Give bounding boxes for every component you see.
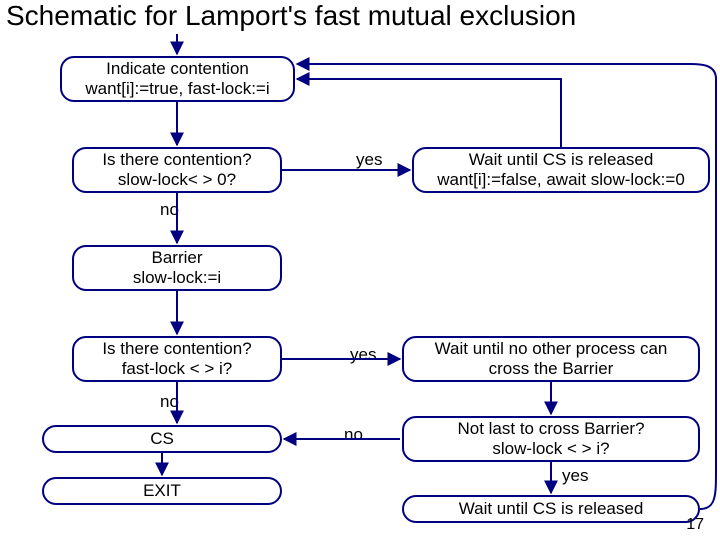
node-wait-cs-released-2: Wait until CS is released (402, 495, 700, 523)
node-text: cross the Barrier (435, 359, 668, 379)
node-text: EXIT (143, 481, 181, 501)
label-no-3: no (344, 425, 363, 445)
node-text: want[i]:=true, fast-lock:=i (85, 79, 269, 99)
node-not-last-barrier: Not last to cross Barrier? slow-lock < >… (402, 416, 700, 462)
node-text: Wait until no other process can (435, 339, 668, 359)
node-exit: EXIT (42, 477, 282, 505)
node-text: Indicate contention (85, 59, 269, 79)
node-text: slow-lock < > i? (457, 439, 644, 459)
node-text: Is there contention? (102, 339, 251, 359)
node-check-contention-1: Is there contention? slow-lock< > 0? (72, 147, 282, 193)
diagram-title: Schematic for Lamport's fast mutual excl… (6, 0, 576, 32)
label-yes-1: yes (356, 150, 382, 170)
label-yes-2: yes (350, 345, 376, 365)
node-barrier: Barrier slow-lock:=i (72, 245, 282, 291)
node-text: Wait until CS is released (437, 150, 685, 170)
node-text: CS (150, 429, 174, 449)
node-cs: CS (42, 425, 282, 453)
node-text: want[i]:=false, await slow-lock:=0 (437, 170, 685, 190)
page-number: 17 (686, 516, 704, 534)
node-check-contention-2: Is there contention? fast-lock < > i? (72, 336, 282, 382)
node-wait-cs-released-1: Wait until CS is released want[i]:=false… (412, 147, 710, 193)
node-text: Is there contention? (102, 150, 251, 170)
label-no-2: no (160, 392, 179, 412)
node-text: Not last to cross Barrier? (457, 419, 644, 439)
node-text: slow-lock< > 0? (102, 170, 251, 190)
label-yes-3: yes (562, 466, 588, 486)
node-text: Barrier (133, 248, 221, 268)
node-text: Wait until CS is released (459, 499, 644, 519)
label-no-1: no (160, 200, 179, 220)
node-indicate-contention: Indicate contention want[i]:=true, fast-… (60, 56, 295, 102)
node-text: fast-lock < > i? (102, 359, 251, 379)
node-text: slow-lock:=i (133, 268, 221, 288)
node-wait-barrier: Wait until no other process can cross th… (402, 336, 700, 382)
